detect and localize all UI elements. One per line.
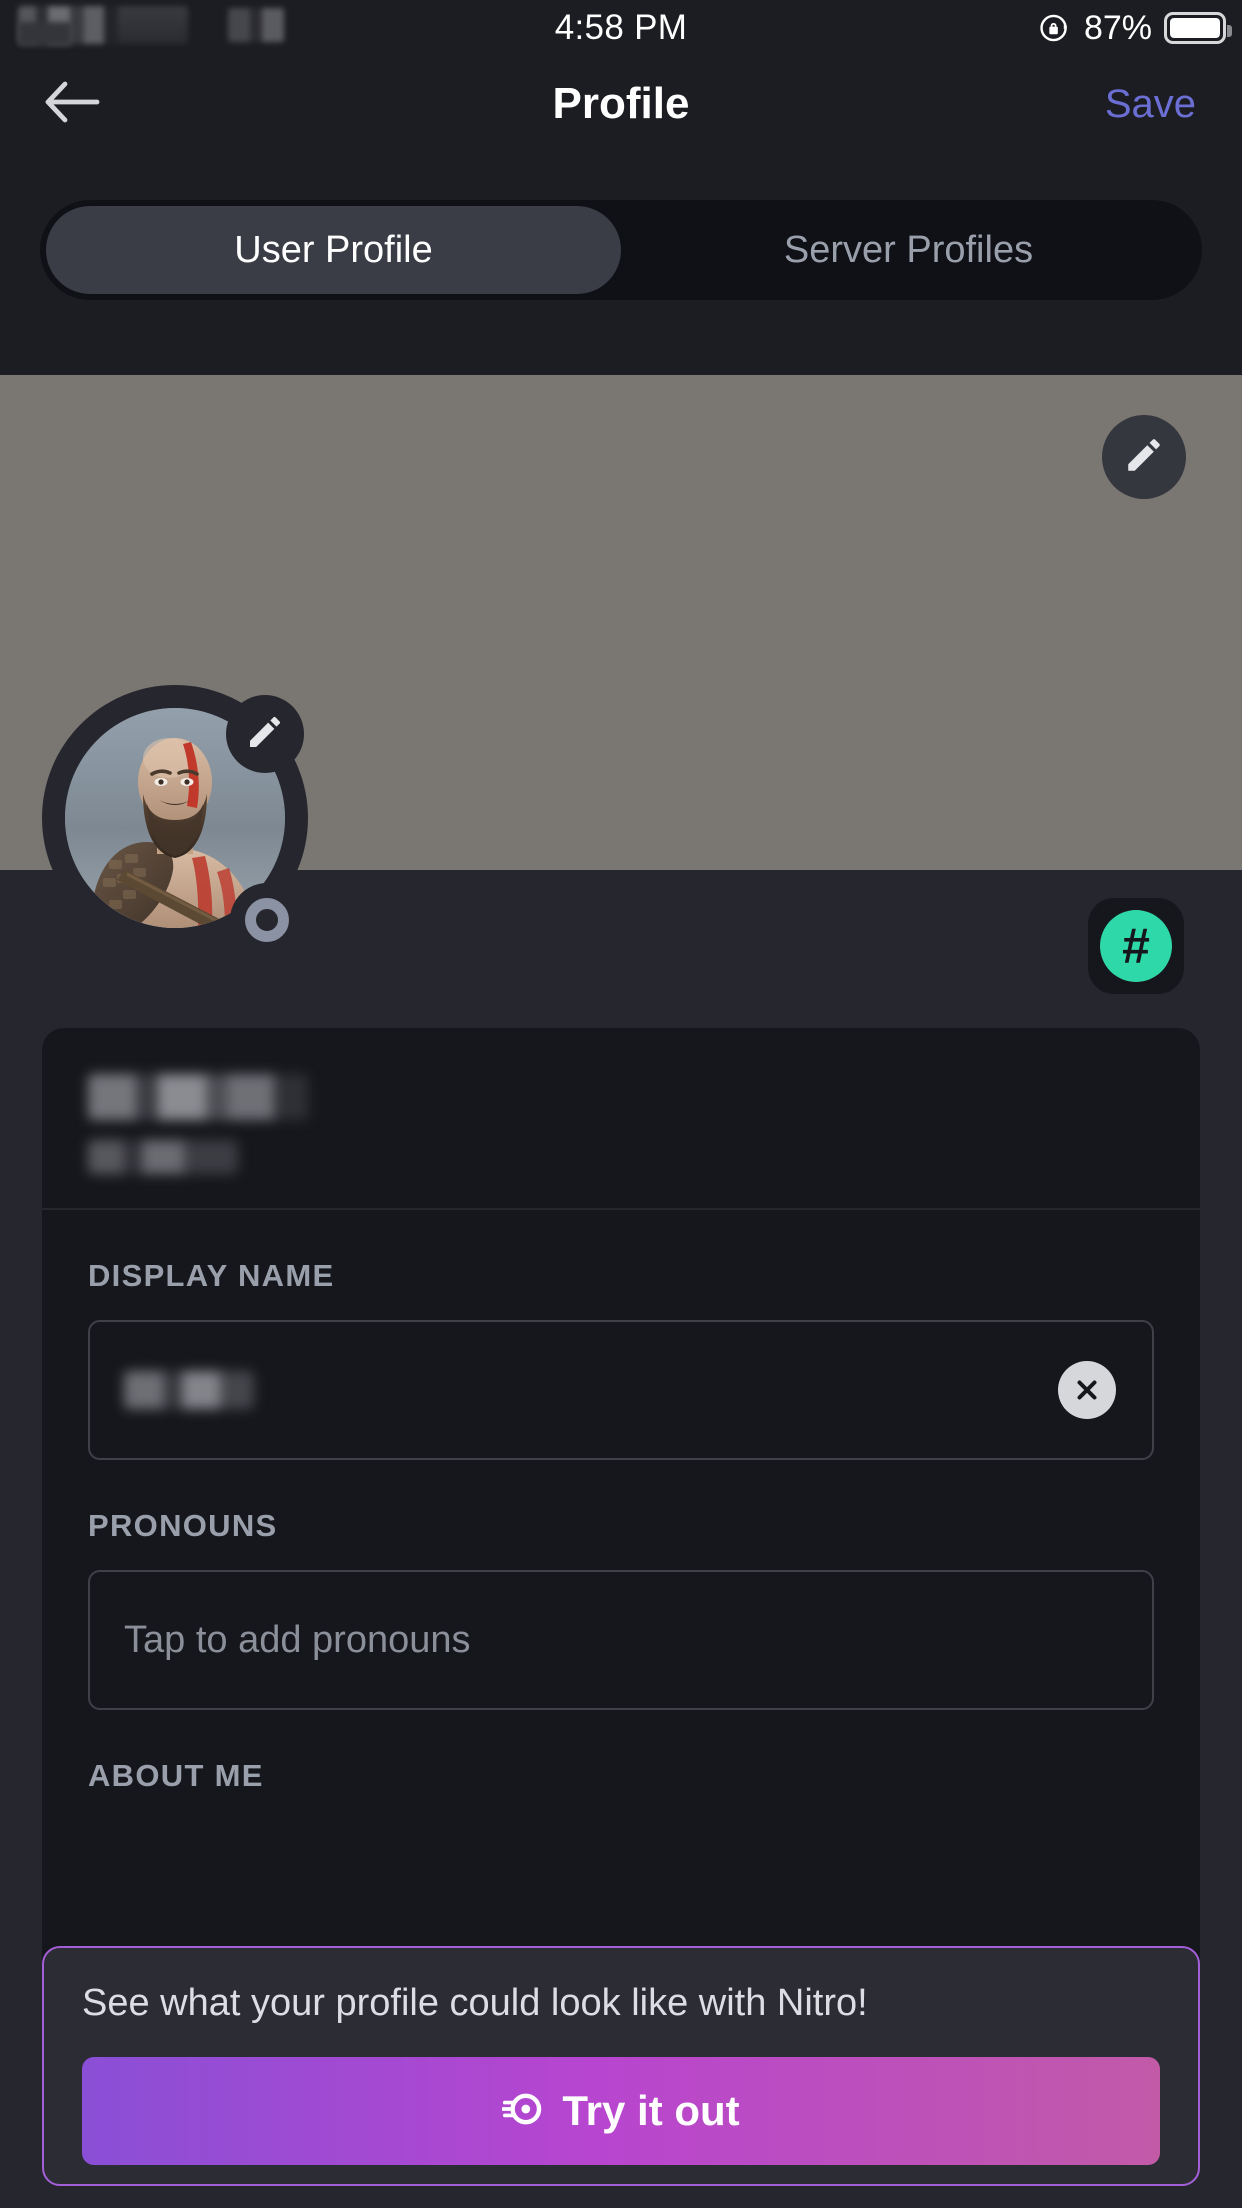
tab-server-profiles[interactable]: Server Profiles: [621, 206, 1196, 294]
status-bar: 4:58 PM 87%: [0, 0, 1242, 56]
tab-server-profiles-label: Server Profiles: [783, 228, 1034, 271]
status-bar-right-cluster: 87%: [1038, 0, 1232, 56]
avatar-edit-inner: [226, 695, 304, 773]
profile-card: DISPLAY NAME PRONOUNS Tap to add pronoun…: [42, 1028, 1200, 2103]
save-button[interactable]: Save: [1105, 56, 1196, 152]
display-name-input[interactable]: [88, 1320, 1154, 1460]
hash-badge[interactable]: #: [1088, 898, 1184, 994]
try-it-out-label: Try it out: [562, 2087, 740, 2134]
username-block: [42, 1028, 1200, 1208]
pronouns-placeholder: Tap to add pronouns: [124, 1618, 471, 1661]
status-indicator[interactable]: [230, 883, 304, 957]
pronouns-label: PRONOUNS: [88, 1508, 278, 1543]
pronouns-input[interactable]: Tap to add pronouns: [88, 1570, 1154, 1710]
nav-bar: Profile Save: [0, 56, 1242, 152]
display-name-label: DISPLAY NAME: [88, 1258, 335, 1293]
battery-icon: [1164, 12, 1232, 44]
banner-edit-button[interactable]: [1102, 415, 1186, 499]
pencil-icon: [1123, 434, 1165, 481]
avatar[interactable]: [42, 685, 308, 957]
clear-x-icon[interactable]: [1058, 1361, 1116, 1419]
nitro-wheel-icon: [501, 2087, 546, 2136]
app-screen: 4:58 PM 87% Profile Save User Profile Se…: [0, 0, 1242, 2208]
username-redacted: [88, 1074, 308, 1120]
tab-user-profile[interactable]: User Profile: [46, 206, 621, 294]
nitro-promo: See what your profile could look like wi…: [42, 1946, 1200, 2186]
tab-user-profile-label: User Profile: [234, 228, 433, 271]
display-name-field-group: DISPLAY NAME: [42, 1210, 1200, 1460]
about-me-label: ABOUT ME: [88, 1758, 264, 1793]
try-it-out-button[interactable]: Try it out: [82, 2057, 1160, 2165]
battery-percent-label: 87%: [1083, 8, 1152, 47]
pronouns-field-group: PRONOUNS Tap to add pronouns: [42, 1460, 1200, 1710]
nitro-promo-text: See what your profile could look like wi…: [82, 1982, 868, 2024]
usertag-redacted: [88, 1140, 238, 1174]
idle-status-icon: [245, 898, 289, 942]
battery-fill: [1170, 18, 1220, 38]
about-me-field-group: ABOUT ME: [42, 1710, 1200, 1794]
display-name-value-redacted: [124, 1371, 254, 1409]
page-title: Profile: [552, 79, 690, 128]
pencil-icon: [245, 712, 285, 757]
avatar-edit-button[interactable]: [226, 695, 304, 773]
rotation-lock-icon: [1038, 11, 1072, 45]
profile-tabs: User Profile Server Profiles: [40, 200, 1202, 300]
hash-icon: #: [1100, 910, 1172, 982]
